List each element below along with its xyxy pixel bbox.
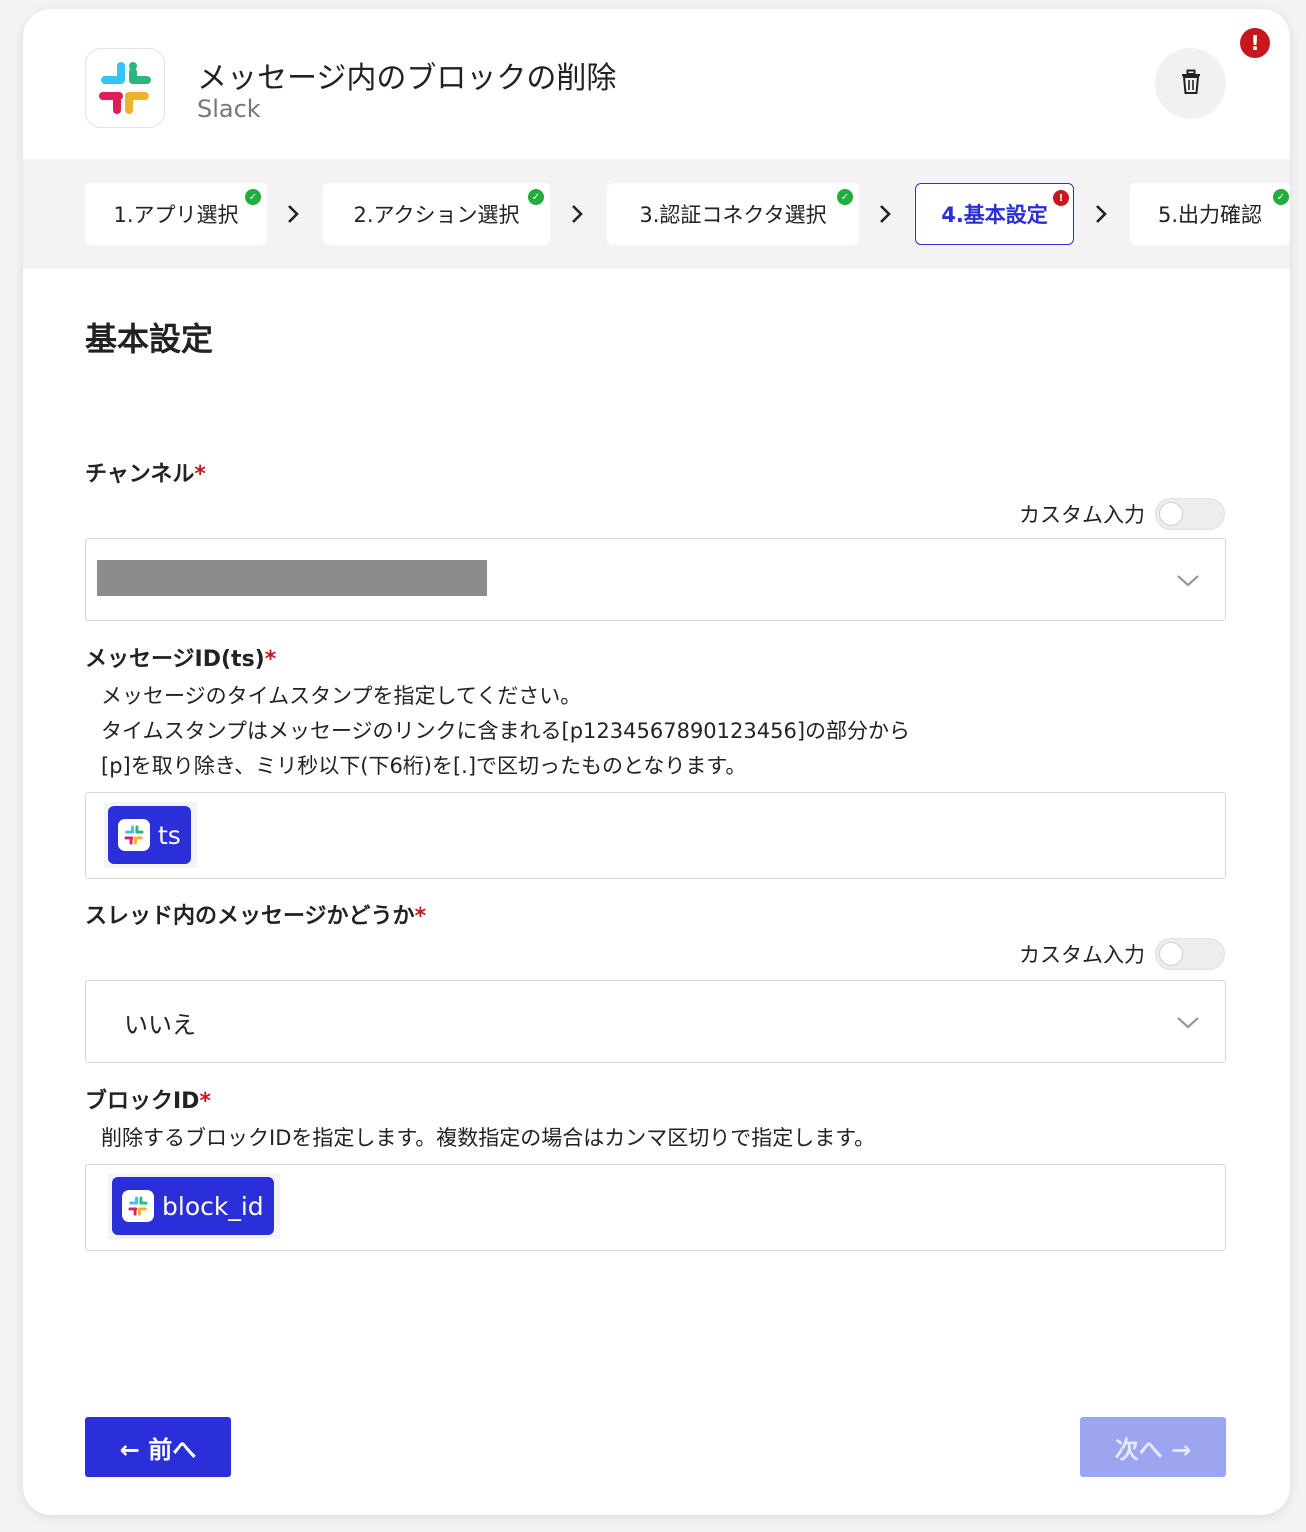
step-action-select[interactable]: 2.アクション選択 ✓ — [323, 183, 550, 245]
step-output-confirm[interactable]: 5.出力確認 ✓ — [1130, 183, 1290, 245]
step-label: 5.出力確認 — [1157, 203, 1263, 227]
required-mark: * — [199, 1089, 211, 1114]
step-label: 4.基本設定 — [941, 203, 1048, 227]
chip-label: ts — [158, 820, 181, 850]
step-app-select[interactable]: 1.アプリ選択 ✓ — [85, 183, 267, 245]
step-connector-select[interactable]: 3.認証コネクタ選択 ✓ — [607, 183, 859, 245]
step-basic-settings[interactable]: 4.基本設定 ! — [915, 183, 1074, 245]
toggle-knob — [1159, 502, 1183, 526]
redacted-value — [97, 560, 487, 596]
required-mark: * — [264, 647, 277, 672]
check-icon: ✓ — [245, 189, 261, 205]
step-label: 1.アプリ選択 — [113, 203, 239, 227]
block-id-label-text: ブロックID — [85, 1089, 200, 1114]
stepper: 1.アプリ選択 ✓ 2.アクション選択 ✓ 3.認証コネクタ選択 ✓ 4.基本設… — [23, 159, 1290, 269]
in-thread-value: いいえ — [124, 1011, 196, 1039]
chip-label: block_id — [162, 1191, 264, 1221]
slack-icon — [122, 1190, 154, 1222]
channel-label-text: チャンネル — [85, 462, 195, 487]
trash-icon — [1179, 69, 1203, 99]
channel-label: チャンネル* — [85, 456, 206, 488]
slack-icon — [118, 819, 150, 851]
custom-input-label: カスタム入力 — [1019, 503, 1145, 527]
chevron-right-icon — [282, 201, 304, 227]
in-thread-label-text: スレッド内のメッセージかどうか — [85, 904, 415, 929]
prev-button[interactable]: ← 前へ — [85, 1417, 231, 1477]
check-icon: ✓ — [1273, 189, 1289, 205]
next-button[interactable]: 次へ → — [1080, 1417, 1226, 1477]
section-title: 基本設定 — [85, 320, 214, 358]
in-thread-custom-toggle[interactable] — [1155, 938, 1225, 970]
step-label: 3.認証コネクタ選択 — [639, 203, 827, 227]
app-name: Slack — [197, 95, 261, 123]
error-icon: ! — [1053, 190, 1069, 206]
message-id-label: メッセージID(ts)* — [85, 641, 276, 673]
message-id-help-3: [p]を取り除き、ミリ秒以下(下6桁)を[.]で区切ったものとなります。 — [101, 754, 747, 778]
chip-wrapper: ts — [104, 802, 197, 868]
in-thread-select[interactable]: いいえ — [85, 980, 1226, 1063]
toggle-knob — [1159, 942, 1183, 966]
channel-custom-input: カスタム入力 — [1019, 498, 1225, 530]
check-icon: ✓ — [837, 189, 853, 205]
in-thread-custom-input: カスタム入力 — [1019, 938, 1225, 970]
block-id-help: 削除するブロックIDを指定します。複数指定の場合はカンマ区切りで指定します。 — [101, 1126, 876, 1150]
chevron-down-icon — [1177, 1016, 1199, 1028]
message-id-help-1: メッセージのタイムスタンプを指定してください。 — [101, 684, 582, 708]
chevron-right-icon — [1090, 201, 1112, 227]
chevron-right-icon — [566, 201, 588, 227]
required-mark: * — [414, 904, 427, 929]
chip-wrapper: block_id — [108, 1173, 280, 1239]
block-id-label: ブロックID* — [85, 1083, 211, 1115]
block-id-variable-chip[interactable]: block_id — [112, 1177, 274, 1235]
check-icon: ✓ — [528, 189, 544, 205]
message-id-input[interactable]: ts — [85, 792, 1226, 879]
message-id-help-2: タイムスタンプはメッセージのリンクに含まれる[p1234567890123456… — [101, 719, 911, 743]
channel-custom-toggle[interactable] — [1155, 498, 1225, 530]
delete-button[interactable] — [1155, 48, 1226, 119]
chevron-down-icon — [1177, 574, 1199, 586]
step-label: 2.アクション選択 — [353, 203, 520, 227]
slack-logo-icon — [85, 48, 165, 128]
message-id-label-text: メッセージID(ts) — [85, 647, 265, 672]
chevron-right-icon — [874, 201, 896, 227]
in-thread-label: スレッド内のメッセージかどうか* — [85, 898, 426, 930]
required-mark: * — [194, 462, 206, 487]
page-title: メッセージ内のブロックの削除 — [197, 61, 617, 96]
ts-variable-chip[interactable]: ts — [108, 806, 191, 864]
custom-input-label: カスタム入力 — [1019, 943, 1145, 967]
block-id-input[interactable]: block_id — [85, 1164, 1226, 1251]
channel-select[interactable] — [85, 538, 1226, 621]
settings-card: メッセージ内のブロックの削除 Slack ! 1.アプリ選択 ✓ 2.アクション… — [23, 9, 1290, 1515]
error-badge: ! — [1240, 28, 1270, 58]
